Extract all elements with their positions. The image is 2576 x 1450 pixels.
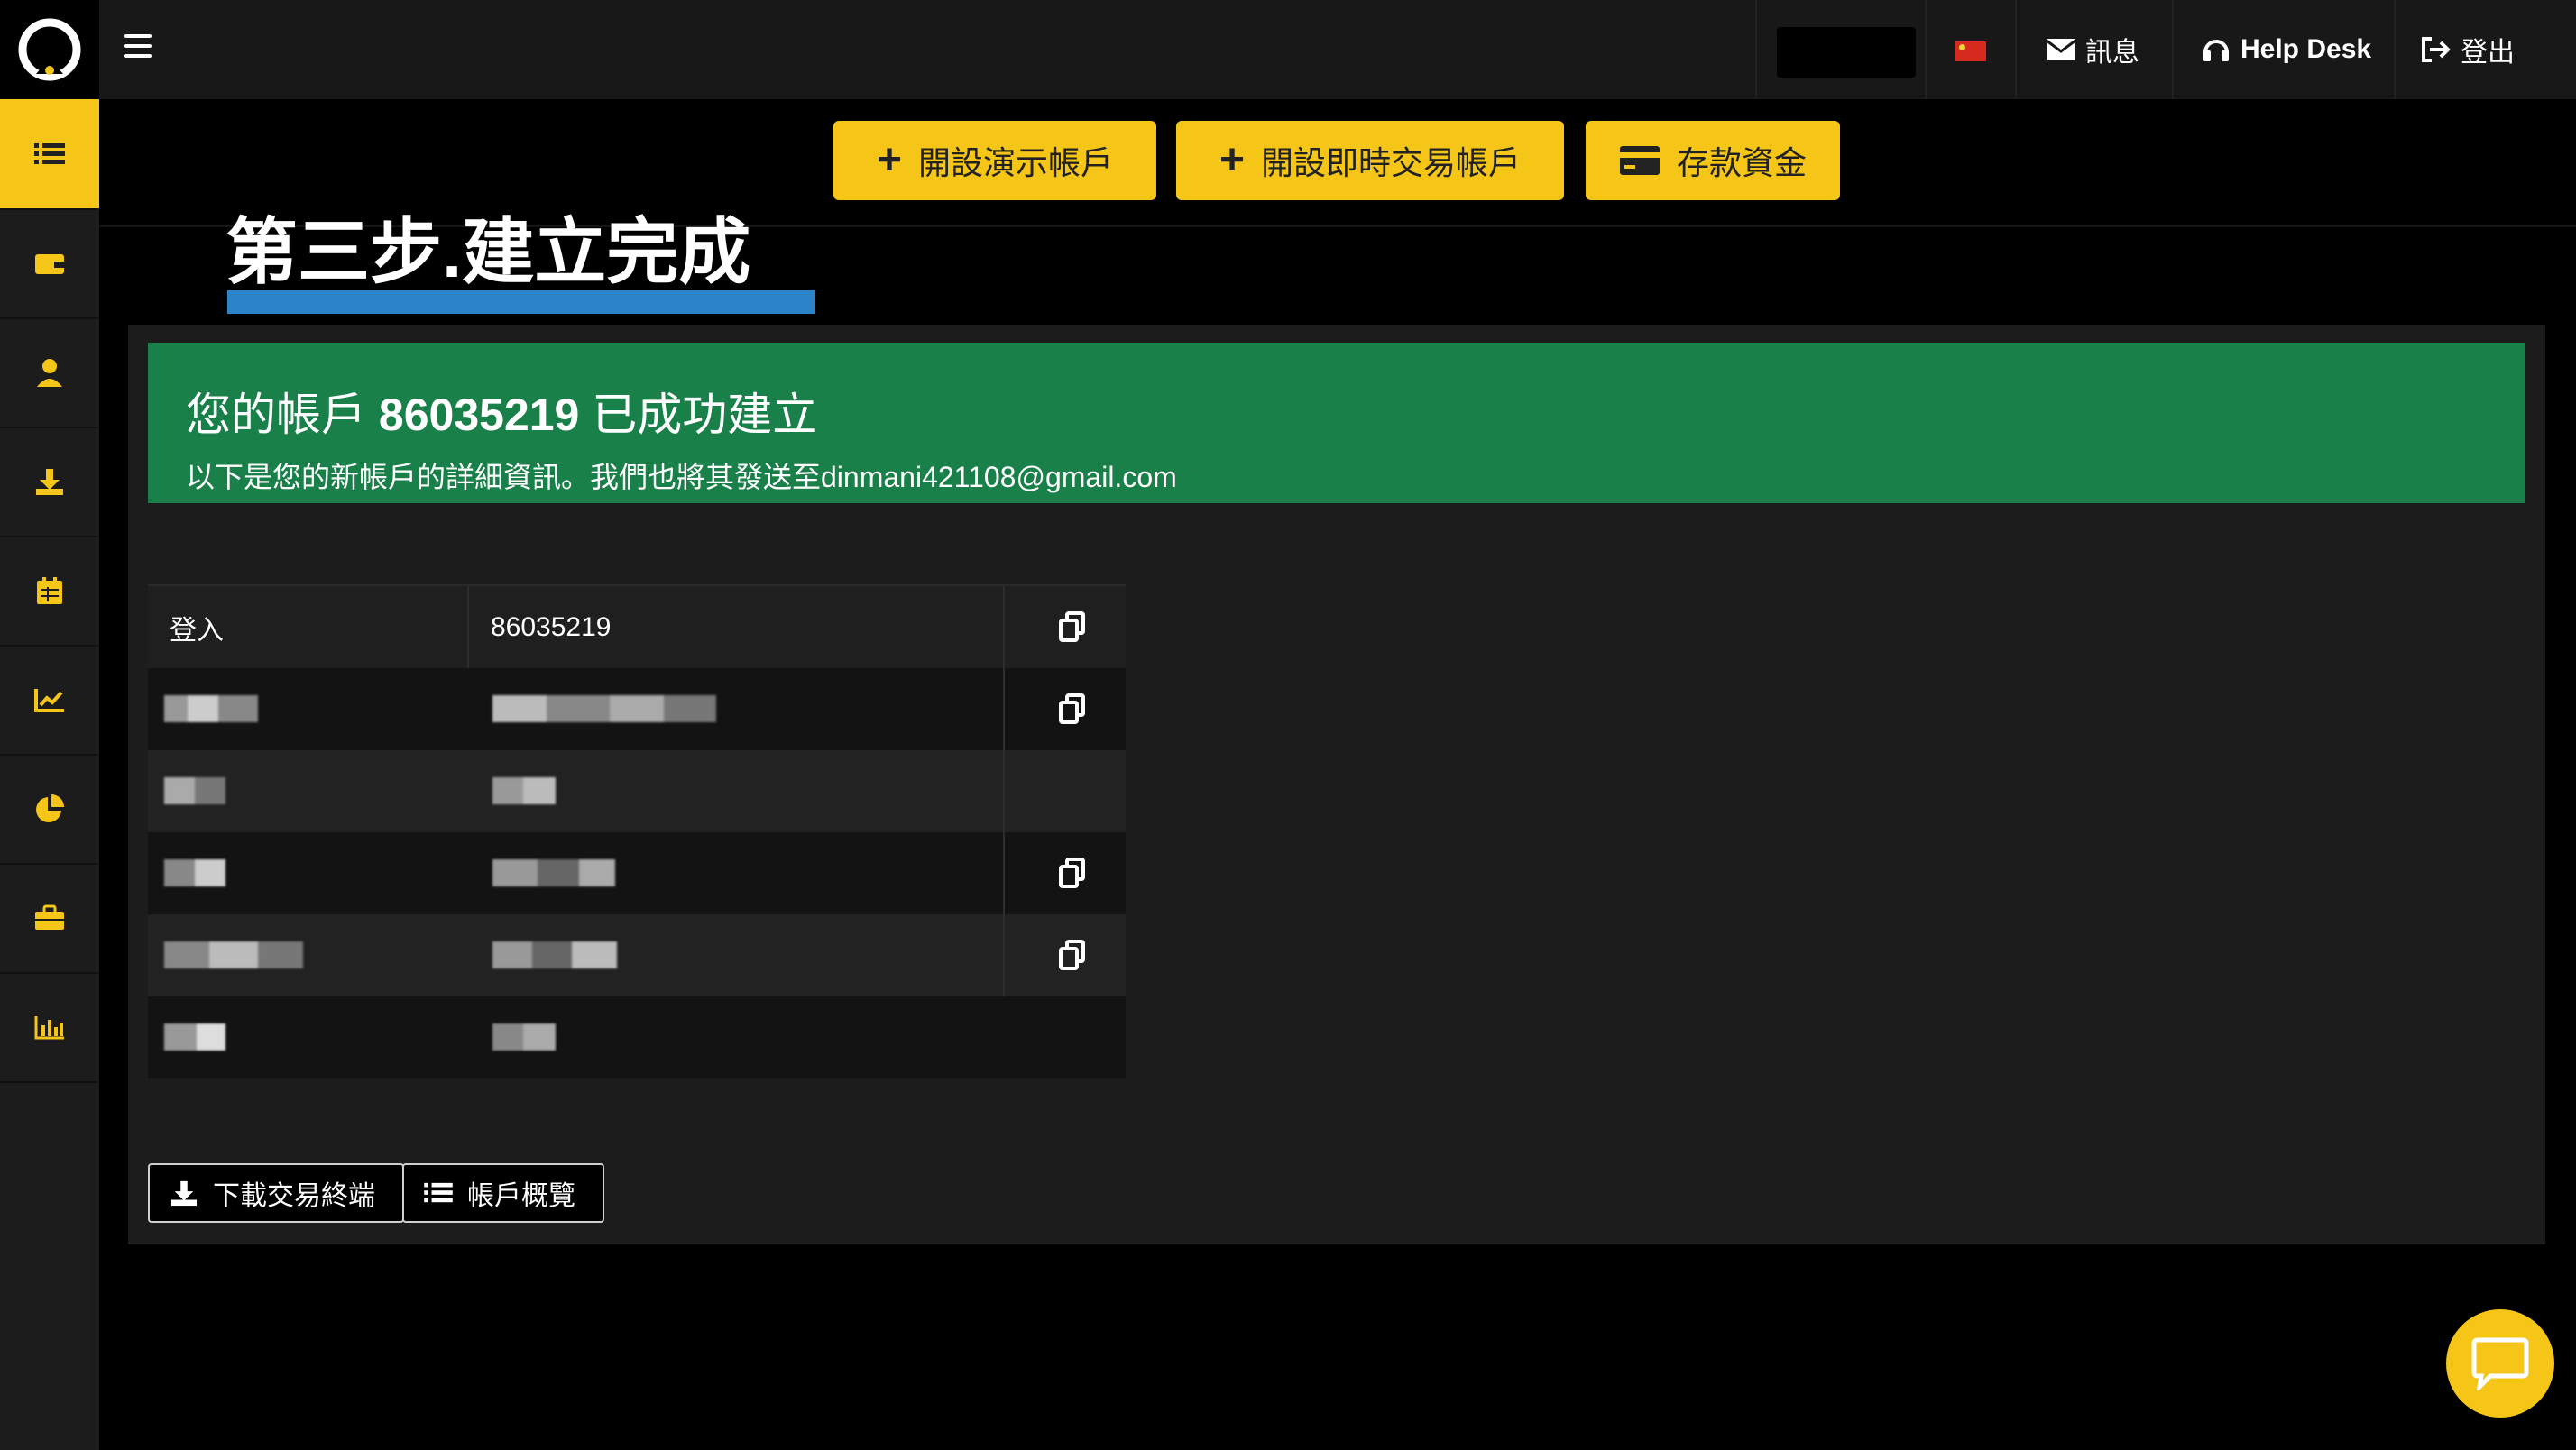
plus-icon: + (1219, 136, 1245, 184)
table-row (148, 668, 1126, 750)
list-icon (34, 142, 65, 164)
download-terminal-label: 下載交易終端 (213, 1181, 375, 1211)
sidebar-item-profile[interactable] (0, 317, 99, 428)
user-name-field[interactable] (1777, 27, 1916, 78)
account-overview-button[interactable]: 帳戶概覽 (402, 1163, 604, 1223)
success-alert: 您的帳戶 86035219 已成功建立 以下是您的新帳戶的詳細資訊。我們也將其發… (148, 343, 2525, 503)
sidebar-item-reports[interactable] (0, 754, 99, 865)
action-toolbar: + 開設演示帳戶 + 開設即時交易帳戶 存款資金 (99, 99, 2576, 227)
sidebar-item-wallet[interactable] (0, 208, 99, 319)
helpdesk-button[interactable]: Help Desk (2201, 0, 2371, 99)
alert-title: 您的帳戶 86035219 已成功建立 (186, 379, 817, 444)
download-terminal-button[interactable]: 下載交易終端 (148, 1163, 404, 1223)
alert-account-number: 86035219 (378, 390, 580, 440)
redacted-value (492, 941, 617, 968)
sidebar-item-analytics[interactable] (0, 645, 99, 756)
sidebar-item-dashboard[interactable] (0, 99, 99, 210)
redacted-value (492, 695, 716, 722)
sidebar (0, 0, 99, 1450)
login-label: 登入 (170, 615, 224, 646)
redacted-label (164, 941, 303, 968)
download-icon (170, 1180, 198, 1207)
table-row (148, 996, 1126, 1078)
bar-chart-icon (34, 1015, 64, 1039)
wallet-icon (35, 253, 64, 274)
step-title-highlight (227, 290, 815, 314)
account-overview-label: 帳戶概覽 (467, 1181, 575, 1211)
sidebar-item-statistics[interactable] (0, 972, 99, 1083)
sidebar-item-portfolio[interactable] (0, 863, 99, 974)
logout-icon (2422, 37, 2451, 62)
headset-icon (2203, 40, 2229, 61)
account-details-table: 登入 86035219 (148, 584, 1126, 1078)
helpdesk-label: Help Desk (2240, 34, 2372, 64)
top-bar: 訊息 Help Desk 登出 (99, 0, 2576, 99)
table-row: 登入 86035219 (148, 584, 1126, 668)
brand-logo[interactable] (0, 0, 99, 99)
copy-icon[interactable] (1059, 693, 1086, 724)
redacted-value (492, 859, 615, 886)
redacted-label (164, 859, 225, 886)
chat-icon (2471, 1337, 2529, 1390)
open-live-account-button[interactable]: + 開設即時交易帳戶 (1176, 121, 1564, 200)
account-created-card: 您的帳戶 86035219 已成功建立 以下是您的新帳戶的詳細資訊。我們也將其發… (128, 325, 2545, 1244)
copy-icon[interactable] (1059, 858, 1086, 888)
copy-icon[interactable] (1059, 611, 1086, 642)
copy-icon[interactable] (1059, 940, 1086, 970)
calendar-icon (37, 576, 62, 604)
sidebar-item-calendar[interactable] (0, 536, 99, 647)
menu-icon[interactable] (124, 34, 152, 61)
messages-button[interactable]: 訊息 (2046, 0, 2139, 99)
redacted-label (164, 695, 258, 722)
table-row (148, 914, 1126, 996)
pie-chart-icon (36, 794, 64, 822)
alert-subtitle: 以下是您的新帳戶的詳細資訊。我們也將其發送至dinmani421108@gmai… (186, 461, 1177, 493)
credit-card-icon (1619, 146, 1660, 175)
step-title: 第三步.建立完成 (225, 212, 751, 292)
logout-button[interactable]: 登出 (2421, 0, 2515, 99)
alert-title-suffix: 已成功建立 (592, 390, 818, 440)
redacted-value (492, 1023, 556, 1051)
live-chat-button[interactable] (2446, 1309, 2554, 1418)
list-icon (424, 1182, 453, 1203)
sidebar-item-download[interactable] (0, 427, 99, 537)
alert-title-prefix: 您的帳戶 (186, 390, 366, 440)
user-icon (37, 358, 62, 387)
open-demo-account-button[interactable]: + 開設演示帳戶 (833, 121, 1156, 200)
messages-label: 訊息 (2085, 38, 2139, 68)
redacted-label (164, 1023, 225, 1051)
redacted-label (164, 777, 225, 804)
open-demo-account-label: 開設演示帳戶 (918, 144, 1114, 181)
deposit-funds-label: 存款資金 (1676, 144, 1807, 181)
table-row (148, 832, 1126, 914)
open-live-account-label: 開設即時交易帳戶 (1261, 144, 1522, 181)
envelope-icon (2046, 39, 2076, 60)
briefcase-icon (35, 904, 64, 930)
table-row (148, 750, 1126, 832)
language-flag-icon[interactable] (1955, 41, 1986, 61)
chart-line-icon (34, 688, 64, 712)
redacted-value (492, 777, 556, 804)
logout-label: 登出 (2461, 38, 2515, 68)
plus-icon: + (876, 136, 902, 184)
download-icon (36, 468, 63, 495)
deposit-funds-button[interactable]: 存款資金 (1586, 121, 1840, 200)
login-value: 86035219 (491, 611, 612, 642)
